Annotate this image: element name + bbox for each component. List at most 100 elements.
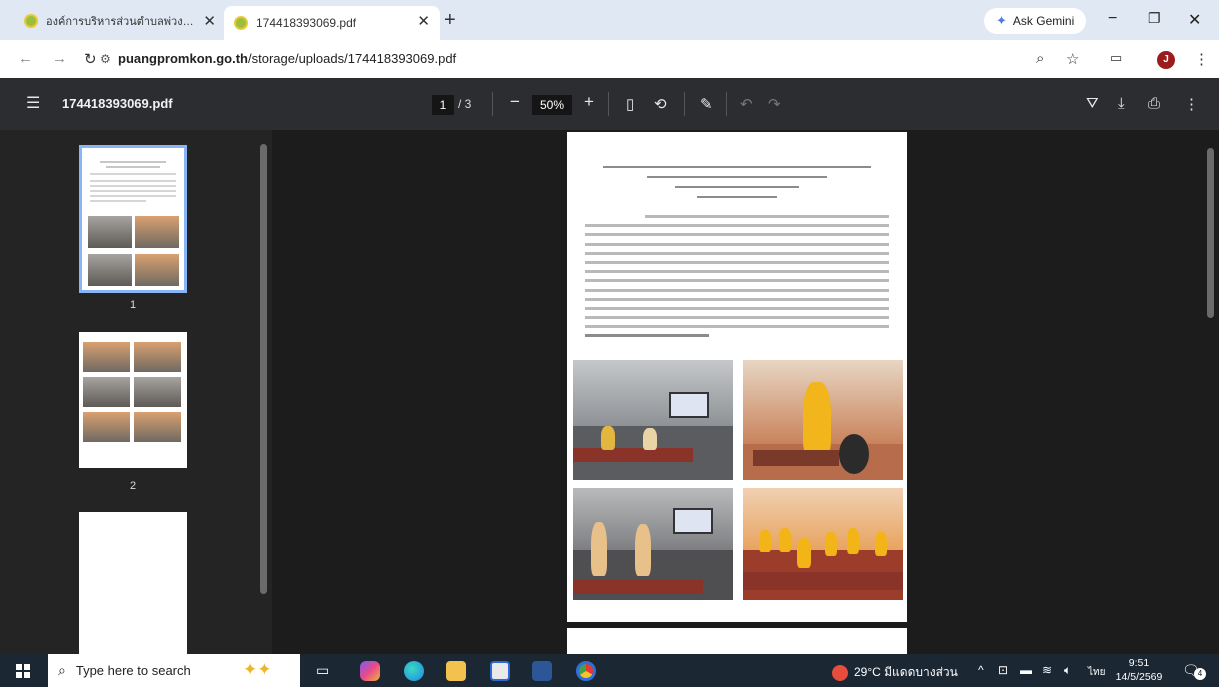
fit-page-icon[interactable]: ▯ [626,95,634,113]
hamburger-icon[interactable]: ☰ [26,93,40,113]
document-body-text [585,212,889,344]
viewer-scrollbar[interactable] [1207,148,1214,318]
close-window-button[interactable]: ✕ [1188,10,1201,30]
pdf-file-name: 174418393069.pdf [62,96,173,111]
divider [492,92,493,116]
zoom-icon[interactable]: ⌕ [1036,50,1044,67]
reload-icon[interactable]: ↻ [84,50,97,68]
bookmark-star-icon[interactable]: ☆ [1066,50,1079,68]
thumb-photo [88,254,132,286]
rotate-icon[interactable]: ⟲ [654,95,667,113]
thumb-photo [134,412,181,442]
task-view-icon[interactable]: ▭ [316,662,336,682]
clock-date: 14/5/2569 [1115,671,1163,683]
photo-meeting-room [573,360,733,480]
close-tab-icon[interactable]: ✕ [203,12,216,30]
zoom-in-button[interactable]: + [584,92,594,112]
thumbnail-page-2[interactable] [79,332,187,468]
tab-title: 174418393069.pdf [256,16,357,30]
ask-gemini-button[interactable]: ✦ Ask Gemini [984,8,1087,34]
zoom-out-button[interactable]: − [510,92,520,112]
url-path: /storage/uploads/174418393069.pdf [247,51,457,66]
print-icon[interactable]: ⎙ [1148,95,1160,112]
cast-icon[interactable]: ▭ [1110,50,1122,66]
favicon-icon [24,14,38,28]
drive-upload-icon[interactable]: ⛛ [1086,95,1099,112]
language-indicator[interactable]: ไทย [1088,665,1105,680]
tray-chevron-icon[interactable]: ^ [978,663,984,677]
copilot-app-icon[interactable] [360,661,380,681]
clock-time: 9:51 [1128,657,1150,669]
thumbnail-page-number: 1 [129,299,137,311]
undo-icon[interactable]: ↶ [740,95,753,113]
page-number-input[interactable]: 1 [432,95,454,115]
photo-speakers [573,488,733,600]
thumb-photo [83,342,130,372]
network-icon[interactable]: ⊡ [998,663,1008,677]
zoom-input[interactable]: 50% [532,95,572,115]
battery-icon[interactable]: ▬ [1020,663,1032,677]
weather-text: 29°C มีแดดบางส่วน [854,665,958,679]
search-placeholder: Type here to search [75,663,191,678]
tab-municipality[interactable]: องค์การบริหารส่วนตำบลพ่วงพรมคร ✕ [14,6,226,36]
edge-browser-icon[interactable] [404,661,424,681]
notification-count-badge: 4 [1194,668,1206,680]
redo-icon[interactable]: ↷ [768,95,781,113]
thumb-photo [134,377,181,407]
copilot-sparkle-icon: ✦✦ [243,660,272,679]
back-icon[interactable]: ← [18,50,33,67]
store-icon[interactable] [490,661,510,681]
pdf-viewer[interactable] [272,130,1219,658]
thumb-photo [135,216,179,248]
restore-button[interactable]: ❐ [1148,10,1161,27]
site-settings-icon[interactable]: ⚙ [100,52,111,66]
volume-icon[interactable]: 🔈︎ [1064,663,1071,678]
divider [684,92,685,116]
tab-title: องค์การบริหารส่วนตำบลพ่วงพรมคร [46,16,196,28]
annotate-icon[interactable]: ✎ [700,95,713,113]
address-bar: ← → ↻ ⚙ puangpromkon.go.th/storage/uploa… [0,40,1219,78]
favicon-icon [234,16,248,30]
document-heading [587,162,887,206]
thumbnail-page-1[interactable] [79,145,187,293]
taskbar: ⌕ Type here to search ✦✦ ▭ 29°C มีแดดบาง… [0,654,1219,687]
minimize-button[interactable]: − [1108,10,1117,28]
file-explorer-icon[interactable] [446,661,466,681]
photo-presenter [743,360,903,480]
photo-group [743,488,903,600]
pdf-page-1 [567,132,907,622]
thumbnail-page-3[interactable] [79,512,187,654]
chrome-icon[interactable] [576,661,596,681]
thumb-photo [134,342,181,372]
search-icon: ⌕ [58,662,66,678]
new-tab-button[interactable]: + [444,9,456,32]
divider [608,92,609,116]
thumb-photo [88,216,132,248]
weather-widget[interactable]: 29°C มีแดดบางส่วน [832,663,958,682]
avatar[interactable]: J [1157,51,1175,69]
thumb-photo [83,412,130,442]
page-total: / 3 [458,97,472,111]
thumb-photo [135,254,179,286]
taskbar-search[interactable]: ⌕ Type here to search ✦✦ [48,654,300,687]
forward-icon[interactable]: → [52,50,67,67]
gemini-icon: ✦ [996,13,1007,28]
system-clock[interactable]: 9:51 14/5/2569 [1112,656,1166,684]
menu-kebab-icon[interactable]: ⋮ [1194,50,1209,68]
ask-gemini-label: Ask Gemini [1012,14,1075,28]
url-field[interactable]: puangpromkon.go.th/storage/uploads/17441… [118,51,456,66]
download-icon[interactable]: ⤓ [1118,95,1125,112]
windows-start-icon[interactable] [16,664,30,678]
divider [726,92,727,116]
thumbnail-sidebar: 1 2 [0,130,272,654]
thumbnail-page-number: 2 [129,480,137,492]
thumb-photo [83,377,130,407]
sidebar-scrollbar[interactable] [260,144,267,594]
tab-pdf[interactable]: 174418393069.pdf ✕ [224,6,440,40]
close-tab-icon[interactable]: ✕ [417,12,430,30]
pdf-toolbar: ☰ 174418393069.pdf 1 / 3 − 50% + ▯ ⟲ ✎ ↶… [0,78,1219,130]
weather-icon [832,664,848,681]
more-options-icon[interactable]: ⋮ [1184,95,1199,113]
wifi-icon[interactable]: ≋ [1042,663,1052,677]
word-icon[interactable] [532,661,552,681]
